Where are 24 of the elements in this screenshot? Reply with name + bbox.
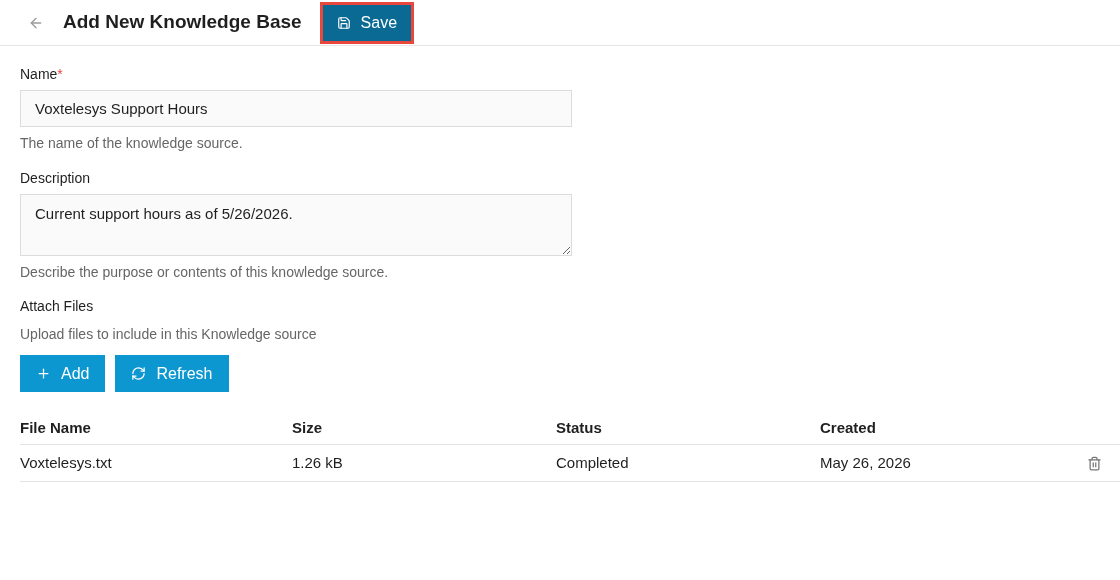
section-label: Attach Files bbox=[20, 297, 95, 316]
column-header: File Name bbox=[20, 418, 91, 436]
column-header: Created bbox=[820, 418, 876, 436]
help-text: The name of the knowledge source. bbox=[20, 134, 244, 153]
table-cell: Completed bbox=[556, 454, 629, 471]
save-button[interactable]: Save bbox=[319, 1, 415, 44]
page-title: Add New Knowledge Base bbox=[63, 10, 302, 35]
refresh-button[interactable]: Refresh bbox=[115, 355, 229, 392]
table-cell: May 26, 2026 bbox=[820, 454, 911, 471]
help-text: Describe the purpose or contents of this knowledge source. bbox=[20, 263, 390, 282]
refresh-icon bbox=[131, 366, 147, 381]
trash-icon[interactable] bbox=[1087, 455, 1102, 471]
name-field[interactable]: Voxtelesys Support Hours bbox=[20, 90, 572, 127]
table-cell: 1.26 kB bbox=[292, 454, 343, 471]
column-header: Size bbox=[292, 418, 322, 436]
field-label: Description bbox=[20, 169, 91, 188]
column-header: Status bbox=[556, 418, 602, 436]
table-cell: Voxtelesys.txt bbox=[20, 454, 112, 471]
add-button[interactable]: Add bbox=[20, 355, 106, 392]
description-field[interactable]: Current support hours as of 5/26/2026. bbox=[20, 194, 572, 256]
help-text: Upload files to include in this Knowledge source bbox=[20, 325, 318, 344]
plus-icon bbox=[36, 366, 51, 381]
required-mark: * bbox=[57, 65, 63, 84]
field-label: Name bbox=[20, 65, 58, 84]
